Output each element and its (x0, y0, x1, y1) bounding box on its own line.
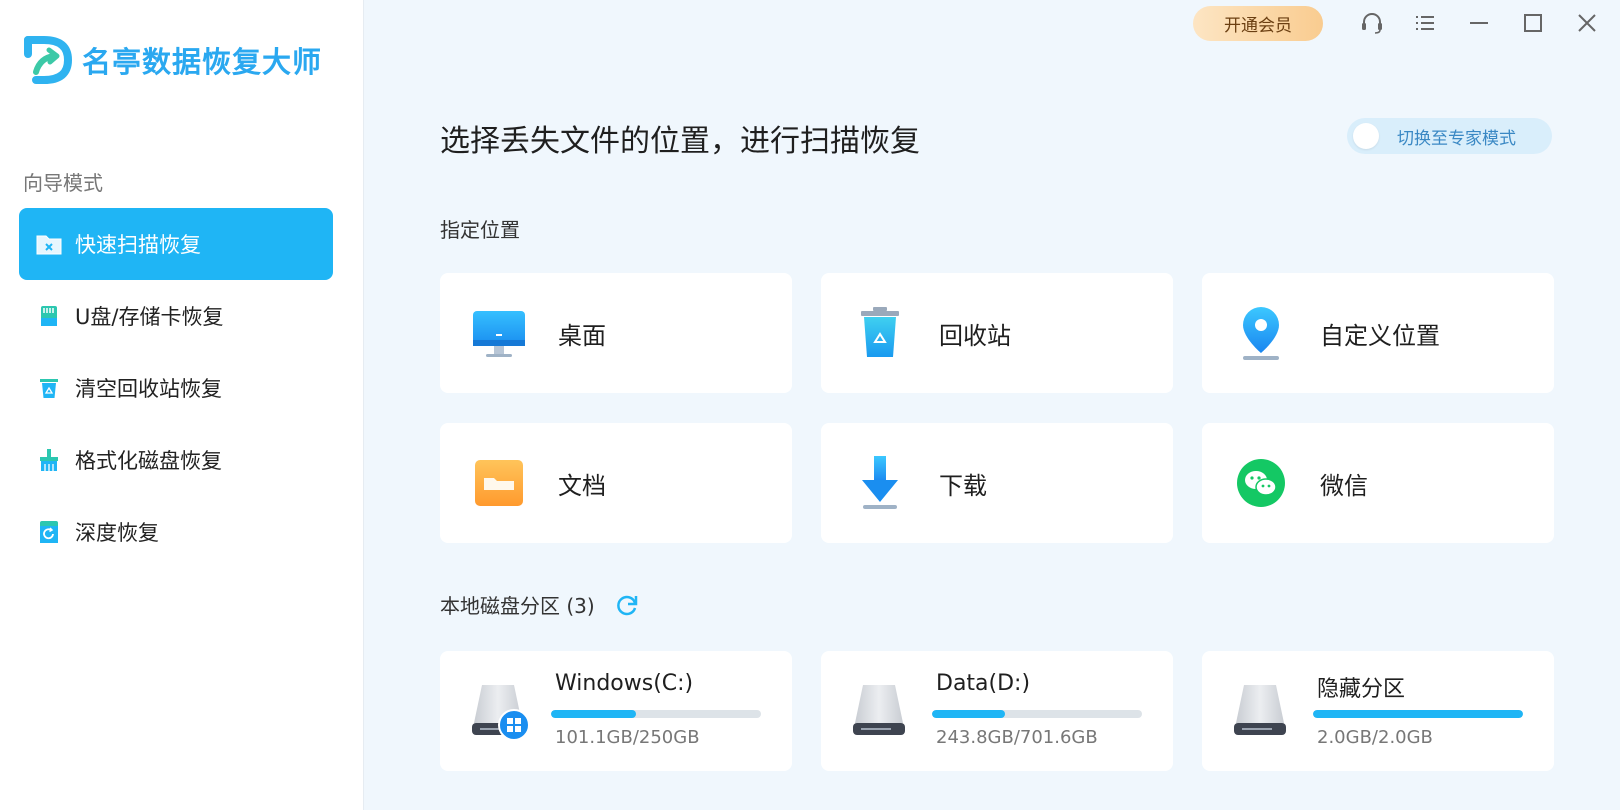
recycle-bin-icon (851, 304, 909, 362)
download-icon (851, 454, 909, 512)
minimize-icon[interactable] (1464, 8, 1494, 38)
disk-usage-bar (932, 710, 1142, 718)
sidebar-item-label: 深度恢复 (75, 521, 159, 545)
app-title: 名亭数据恢复大师 (82, 45, 323, 79)
location-label: 文档 (558, 471, 606, 500)
sidebar-item-format-recovery[interactable]: 格式化磁盘恢复 (19, 424, 333, 496)
menu-icon[interactable] (1410, 8, 1440, 38)
recycle-bin-icon (35, 374, 63, 402)
expert-mode-toggle[interactable]: 切换至专家模式 (1347, 118, 1552, 154)
sidebar-item-label: 格式化磁盘恢复 (75, 449, 222, 473)
folder-icon (470, 454, 528, 512)
expert-mode-label: 切换至专家模式 (1397, 128, 1516, 149)
location-label: 自定义位置 (1320, 321, 1440, 350)
location-label: 桌面 (558, 321, 606, 350)
logo-icon (24, 36, 73, 84)
sidebar-item-recycle-recovery[interactable]: 清空回收站恢复 (19, 352, 333, 424)
disks-heading: 本地磁盘分区 (3) (440, 590, 641, 619)
sidebar-item-label: U盘/存储卡恢复 (75, 305, 224, 329)
disk-name: Windows(C:) (555, 671, 694, 696)
disk-name: 隐藏分区 (1317, 677, 1406, 702)
disk-name: Data(D:) (936, 671, 1031, 696)
location-card-recycle-bin[interactable]: 回收站 (821, 273, 1173, 393)
drive-icon (1234, 685, 1286, 735)
disk-size: 2.0GB/2.0GB (1317, 727, 1433, 748)
sidebar-item-deep-recovery[interactable]: 深度恢复 (19, 496, 333, 568)
desktop-icon (470, 304, 528, 362)
sidebar-section-label: 向导模式 (23, 171, 103, 195)
disks-heading-label: 本地磁盘分区 (3) (440, 594, 595, 618)
disk-usage-bar (551, 710, 761, 718)
drive-icon (853, 685, 905, 735)
maximize-icon[interactable] (1518, 8, 1548, 38)
disk-card[interactable]: Windows(C:) 101.1GB/250GB (440, 651, 792, 771)
location-card-downloads[interactable]: 下载 (821, 423, 1173, 543)
folder-scan-icon (35, 230, 63, 258)
sidebar-nav: 快速扫描恢复 U盘/存储卡恢复 清空回收站恢复 格式化磁盘恢复 深度恢复 (19, 208, 333, 568)
support-icon[interactable] (1357, 8, 1387, 38)
app-logo: 名亭数据恢复大师 (22, 34, 322, 86)
sidebar: 名亭数据恢复大师 向导模式 快速扫描恢复 U盘/存储卡恢复 清空回收站恢复 格式… (0, 0, 364, 810)
location-card-wechat[interactable]: 微信 (1202, 423, 1554, 543)
disk-usage-bar (1313, 710, 1523, 718)
location-label: 回收站 (939, 321, 1011, 350)
windows-drive-icon (472, 685, 530, 741)
deep-recovery-icon (35, 518, 63, 546)
location-card-custom[interactable]: 自定义位置 (1202, 273, 1554, 393)
disk-card[interactable]: Data(D:) 243.8GB/701.6GB (821, 651, 1173, 771)
location-card-desktop[interactable]: 桌面 (440, 273, 792, 393)
sidebar-item-label: 清空回收站恢复 (75, 377, 222, 401)
page-title: 选择丢失文件的位置，进行扫描恢复 (440, 124, 920, 159)
broom-icon (35, 446, 63, 474)
disk-card[interactable]: 隐藏分区 2.0GB/2.0GB (1202, 651, 1554, 771)
disk-usage-fill (1313, 710, 1523, 718)
vip-button[interactable]: 开通会员 (1193, 6, 1323, 41)
disk-usage-fill (551, 710, 636, 718)
disk-usage-fill (932, 710, 1005, 718)
wechat-icon (1232, 454, 1290, 512)
location-pin-icon (1232, 304, 1290, 362)
sidebar-item-label: 快速扫描恢复 (75, 233, 201, 257)
toggle-knob (1353, 123, 1379, 149)
sidebar-item-quick-scan[interactable]: 快速扫描恢复 (19, 208, 333, 280)
locations-heading: 指定位置 (440, 218, 520, 242)
location-card-documents[interactable]: 文档 (440, 423, 792, 543)
close-icon[interactable] (1572, 8, 1602, 38)
location-label: 下载 (939, 471, 987, 500)
refresh-icon[interactable] (613, 591, 641, 619)
sidebar-item-usb-recovery[interactable]: U盘/存储卡恢复 (19, 280, 333, 352)
sd-card-icon (35, 302, 63, 330)
disk-size: 101.1GB/250GB (555, 727, 700, 748)
location-label: 微信 (1320, 471, 1368, 500)
disk-size: 243.8GB/701.6GB (936, 727, 1098, 748)
